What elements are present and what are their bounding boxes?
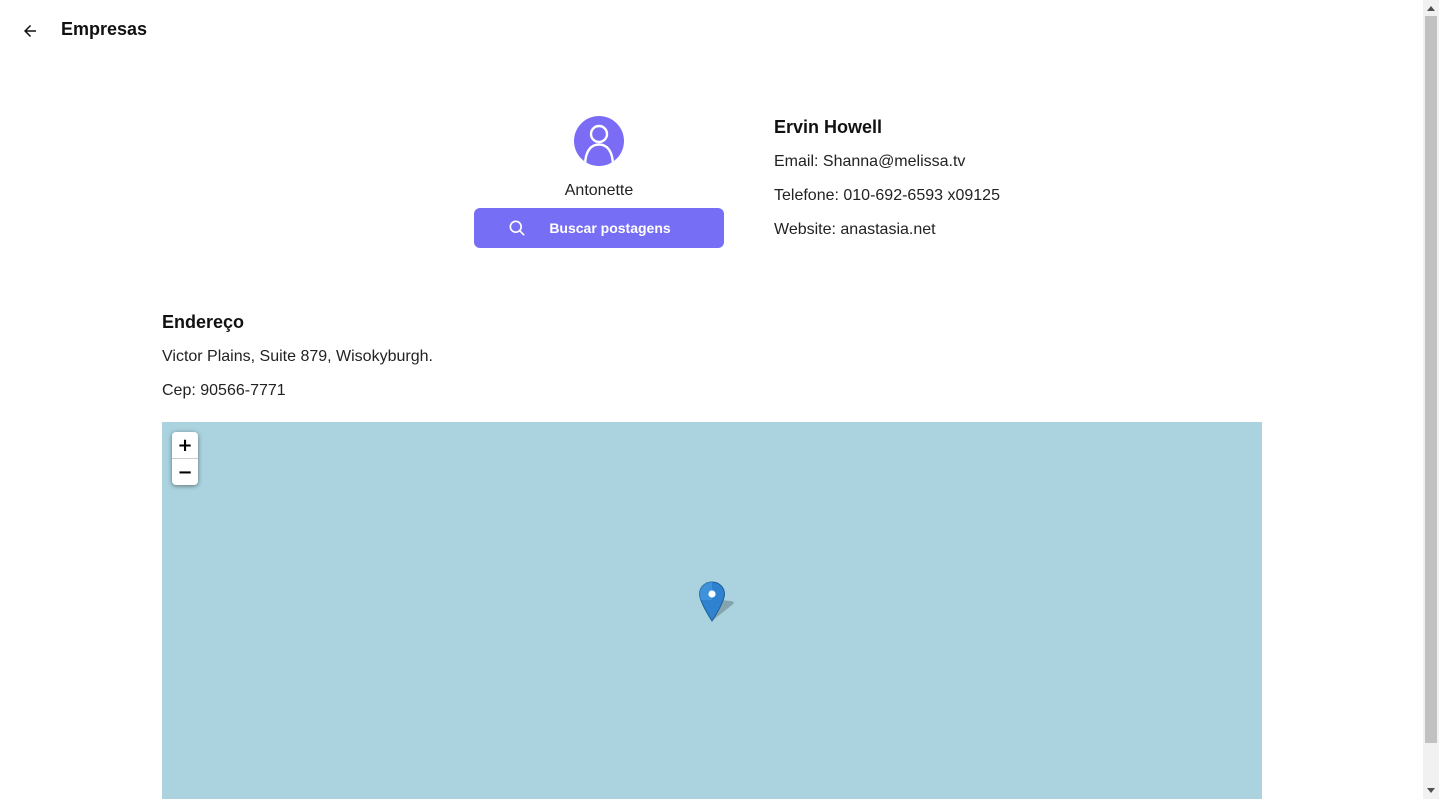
arrow-left-icon xyxy=(24,25,36,37)
page: Empresas Antonette Buscar postagens Ervi… xyxy=(0,0,1439,799)
search-posts-label: Buscar postagens xyxy=(549,220,671,236)
address-zip: Cep: 90566-7771 xyxy=(162,382,286,399)
zoom-control: + − xyxy=(172,432,198,485)
address-street: Victor Plains, Suite 879, Wisokyburgh. xyxy=(162,348,433,365)
search-icon xyxy=(507,218,527,238)
address-heading: Endereço xyxy=(162,312,245,332)
contact-phone: Telefone: 010-692-6593 x09125 xyxy=(774,187,1000,204)
contact-email: Email: Shanna@melissa.tv xyxy=(774,153,966,170)
page-title: Empresas xyxy=(61,19,148,39)
header: Empresas xyxy=(0,0,1423,62)
contact-name: Ervin Howell xyxy=(774,117,883,137)
zoom-out-button[interactable]: − xyxy=(172,458,198,485)
triangle-down-icon xyxy=(1427,788,1435,793)
scroll-thumb[interactable] xyxy=(1425,16,1437,743)
username: Antonette xyxy=(564,182,634,199)
back-button[interactable] xyxy=(17,18,43,44)
user-icon xyxy=(583,124,615,166)
scrollbar[interactable] xyxy=(1423,0,1439,799)
scroll-down-button[interactable] xyxy=(1423,783,1439,799)
zoom-in-button[interactable]: + xyxy=(172,432,198,458)
contact-details: Ervin Howell Email: Shanna@melissa.tv Te… xyxy=(774,117,1000,254)
contact-website: Website: anastasia.net xyxy=(774,221,936,238)
map[interactable]: + − xyxy=(162,422,1262,799)
search-posts-button[interactable]: Buscar postagens xyxy=(474,208,724,248)
avatar xyxy=(574,116,624,166)
triangle-up-icon xyxy=(1427,6,1435,11)
address-section: Endereço Victor Plains, Suite 879, Wisok… xyxy=(162,312,433,415)
scroll-up-button[interactable] xyxy=(1423,0,1439,16)
profile-card: Antonette Buscar postagens xyxy=(474,116,724,248)
map-pin-icon[interactable] xyxy=(698,581,738,623)
